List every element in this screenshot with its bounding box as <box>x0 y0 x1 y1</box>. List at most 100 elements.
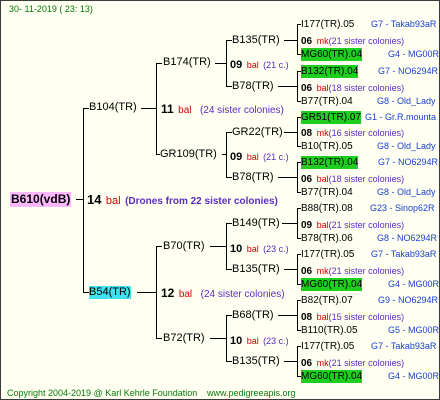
g4-info: G9 - NO6294R <box>378 295 439 305</box>
g2-queen[interactable]: GR109(TR) <box>160 148 217 161</box>
g3-info: 06 mk(21 sister colonies) <box>301 263 404 278</box>
connector <box>297 24 298 55</box>
connector <box>156 63 162 64</box>
g2-bal: bal <box>246 244 259 254</box>
g1-note: (24 sister colonies) <box>200 289 285 300</box>
connector <box>278 315 298 316</box>
connector <box>278 177 298 178</box>
g3-num: 06 <box>301 83 313 94</box>
g3-bal: mk <box>316 358 329 368</box>
g1-num: 11 <box>161 102 174 116</box>
g1-bal: bal <box>178 105 192 116</box>
g3-info: 06 bal(18 sister colonies) <box>301 171 404 186</box>
g2-info: 10 bal (23 c.) <box>230 241 289 256</box>
g4-queen[interactable]: B132(TR).04 <box>301 65 359 78</box>
g3-queen[interactable]: GR22(TR) <box>232 126 283 139</box>
g3-info: 08 bal(15 sister colonies) <box>301 309 404 324</box>
g4-queen[interactable]: B110(TR).05 <box>301 324 358 337</box>
g4-info: G7 - Takab93aR <box>371 19 437 29</box>
g1-queen[interactable]: B54(TR) <box>89 286 131 299</box>
connector <box>226 315 227 362</box>
g4-queen[interactable]: B78(TR).06 <box>301 232 353 245</box>
g4-queen[interactable]: B77(TR).04 <box>301 186 353 199</box>
g3-queen[interactable]: B68(TR) <box>232 309 274 322</box>
g3-info: 06 bal(18 sister colonies) <box>301 80 404 95</box>
g3-num: 08 <box>301 128 313 139</box>
g3-note: (15 sister colonies) <box>328 312 405 322</box>
g3-num: 06 <box>301 174 313 185</box>
root-queen[interactable]: B610(vdB) <box>10 192 72 207</box>
g3-bal: mk <box>316 128 329 138</box>
g4-queen[interactable]: B82(TR).07 <box>301 294 353 307</box>
g4-info: G5 - MG00R <box>388 325 440 335</box>
connector <box>284 132 298 133</box>
g4-queen[interactable]: MG60(TR).04 <box>301 48 363 61</box>
g2-info: 09 bal (21 c.) <box>230 149 289 164</box>
g4-info: G8 - Old_Lady <box>377 141 436 151</box>
g4-queen[interactable]: I177(TR).05 <box>301 340 354 353</box>
g4-queen[interactable]: B132(TR).04 <box>301 156 359 169</box>
g4-queen[interactable]: MG60(TR).04 <box>301 278 363 291</box>
connector <box>226 223 227 270</box>
g4-info: G8 - Old_Lady <box>377 96 436 106</box>
g1-num: 12 <box>161 286 175 300</box>
g4-queen[interactable]: I177(TR).05 <box>301 248 354 261</box>
g2-num: 10 <box>230 335 243 347</box>
g3-note: (21 sister colonies) <box>328 266 405 276</box>
connector <box>156 246 157 339</box>
g2-info: 10 bal (23 c.) <box>230 333 289 348</box>
g2-queen[interactable]: B70(TR) <box>163 240 205 253</box>
root-info: 14 bal (Drones from 22 sister colonies) <box>87 193 278 208</box>
g3-info: 09 bal(21 sister colonies) <box>301 217 404 232</box>
connector <box>297 300 298 331</box>
g4-info: G7 - Takab93aR <box>371 341 437 351</box>
connector <box>156 246 162 247</box>
g1-queen[interactable]: B104(TR) <box>89 101 137 114</box>
connector <box>156 63 157 155</box>
connector <box>297 117 298 147</box>
g3-queen[interactable]: B135(TR) <box>232 263 280 276</box>
g4-queen[interactable]: B77(TR).04 <box>301 95 353 108</box>
g2-queen[interactable]: B174(TR) <box>163 56 211 69</box>
g3-note: (18 sister colonies) <box>328 174 405 184</box>
g1-info: 12 bal (24 sister colonies) <box>161 286 285 301</box>
connector <box>297 71 298 102</box>
root-num: 14 <box>87 192 102 207</box>
g3-bal: mk <box>316 36 329 46</box>
g3-queen[interactable]: B135(TR) <box>232 355 280 368</box>
copyright: Copyright 2004-2019 @ Karl Kehrle Founda… <box>7 388 198 398</box>
g2-queen[interactable]: B72(TR) <box>163 332 205 345</box>
g2-bal: bal <box>246 60 259 70</box>
g3-bal: mk <box>316 266 329 276</box>
timestamp: 30- 11-2019 ( 23: 13) <box>9 4 93 14</box>
g3-queen[interactable]: B78(TR) <box>232 80 274 93</box>
g3-queen[interactable]: B135(TR) <box>232 34 280 47</box>
g3-bal: bal <box>316 174 329 184</box>
connector <box>297 208 298 239</box>
connector <box>278 86 298 87</box>
g3-bal: bal <box>316 312 329 322</box>
g4-queen[interactable]: I177(TR).05 <box>301 18 354 31</box>
connector <box>297 254 298 285</box>
g4-info: G4 - MG00R <box>388 49 440 59</box>
connector <box>297 346 298 377</box>
g3-info: 06 mk(21 sister colonies) <box>301 355 404 370</box>
connector <box>226 132 227 178</box>
g4-queen[interactable]: B88(TR).08 <box>301 202 353 215</box>
g3-queen[interactable]: B78(TR) <box>232 171 274 184</box>
site-link[interactable]: www.pedigreeapis.org <box>207 387 296 399</box>
g3-note: (21 sister colonies) <box>328 36 405 46</box>
g4-queen[interactable]: GR51(TR).07 <box>301 111 362 124</box>
g2-num: 09 <box>230 151 243 163</box>
g4-queen[interactable]: B10(TR).05 <box>301 140 353 153</box>
g4-queen[interactable]: MG60(TR).04 <box>301 370 363 383</box>
g2-num: 09 <box>230 59 243 71</box>
g3-num: 06 <box>301 36 313 47</box>
g2-note: (21 c.) <box>263 60 289 70</box>
g2-note: (23 c.) <box>263 336 289 346</box>
g3-queen[interactable]: B149(TR) <box>232 217 280 230</box>
g3-num: 08 <box>301 312 313 323</box>
g3-info: 08 mk(16 sister colonies) <box>301 125 404 140</box>
g2-note: (21 c.) <box>263 152 289 162</box>
connector <box>137 292 157 293</box>
